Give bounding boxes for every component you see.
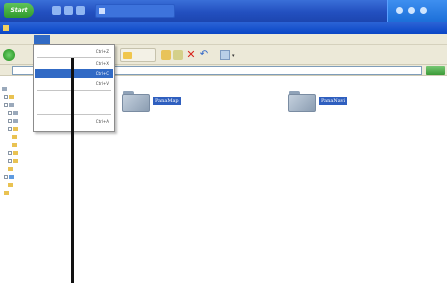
expand-icon[interactable] bbox=[8, 111, 12, 115]
window-folder-icon bbox=[3, 25, 9, 31]
tree-item[interactable] bbox=[2, 86, 8, 93]
menu-item-undo[interactable]: Ctrl+Z bbox=[35, 47, 113, 56]
menu-item-cut[interactable]: Ctrl+X bbox=[35, 59, 113, 68]
media-quicklaunch-icon[interactable] bbox=[76, 6, 85, 15]
tree-item[interactable] bbox=[4, 190, 10, 197]
menu-favorites[interactable] bbox=[90, 35, 110, 44]
tree-item[interactable] bbox=[8, 126, 19, 133]
callout-line bbox=[71, 58, 74, 283]
folder-icon bbox=[12, 135, 17, 139]
window-titlebar[interactable] bbox=[0, 22, 447, 34]
expand-icon[interactable] bbox=[4, 95, 8, 99]
tree-item[interactable] bbox=[4, 174, 15, 181]
start-button[interactable]: Start bbox=[4, 3, 34, 18]
expand-icon[interactable] bbox=[8, 159, 12, 163]
computer-icon bbox=[9, 103, 14, 107]
tree-item[interactable] bbox=[8, 110, 19, 117]
copy-to-icon[interactable] bbox=[173, 50, 183, 60]
tree-item[interactable] bbox=[8, 182, 14, 189]
volume-icon[interactable] bbox=[408, 7, 415, 14]
ie-quicklaunch-icon[interactable] bbox=[52, 6, 61, 15]
folder-icon bbox=[8, 167, 13, 171]
expand-icon[interactable] bbox=[4, 103, 8, 107]
tree-item[interactable] bbox=[4, 102, 15, 109]
go-button[interactable] bbox=[426, 66, 445, 75]
menu-separator bbox=[37, 114, 111, 115]
folder-icon bbox=[288, 90, 316, 112]
expand-icon[interactable] bbox=[8, 127, 12, 131]
menu-file[interactable] bbox=[3, 35, 19, 44]
back-icon[interactable] bbox=[3, 49, 15, 61]
folder-icon bbox=[13, 159, 18, 163]
delete-icon[interactable]: ✕ bbox=[186, 49, 196, 60]
menu-separator bbox=[37, 90, 111, 91]
desktop-icon bbox=[2, 87, 7, 91]
folder-item-pananavi[interactable]: PanaNavi bbox=[288, 90, 383, 112]
menu-item-select-all[interactable]: Ctrl+A bbox=[35, 117, 113, 126]
tree-item[interactable] bbox=[8, 166, 14, 173]
folder-icon bbox=[9, 95, 14, 99]
menu-edit[interactable] bbox=[34, 35, 50, 44]
folders-button[interactable] bbox=[120, 48, 156, 62]
ime-icon[interactable] bbox=[420, 7, 427, 14]
expand-icon[interactable] bbox=[4, 175, 8, 179]
folder-icon bbox=[122, 90, 150, 112]
menu-item-paste[interactable]: Ctrl+V bbox=[35, 79, 113, 88]
menu-help[interactable] bbox=[150, 35, 166, 44]
tree-item[interactable] bbox=[4, 94, 15, 101]
menu-item-copy-to-folder[interactable] bbox=[35, 93, 113, 102]
taskbar: Start bbox=[0, 0, 447, 22]
menu-tools[interactable] bbox=[122, 35, 138, 44]
network-icon[interactable] bbox=[396, 7, 403, 14]
menu-view[interactable] bbox=[62, 35, 78, 44]
menu-item-move-to-folder[interactable] bbox=[35, 103, 113, 112]
tree-item[interactable] bbox=[8, 150, 19, 157]
folder-icon bbox=[8, 183, 13, 187]
views-icon[interactable] bbox=[220, 50, 230, 60]
menu-separator bbox=[37, 57, 111, 58]
folder-icon bbox=[99, 8, 105, 14]
tree-item[interactable] bbox=[12, 142, 18, 149]
recycle-bin-icon bbox=[4, 191, 9, 195]
taskbar-explorer-button[interactable] bbox=[95, 4, 175, 18]
file-view: PanaMap PanaNavi bbox=[74, 76, 447, 283]
folder-item-panamap[interactable]: PanaMap bbox=[122, 90, 212, 112]
network-places-icon bbox=[9, 175, 14, 179]
move-to-icon[interactable] bbox=[161, 50, 171, 60]
folder-label: PanaMap bbox=[153, 97, 181, 105]
desktop-quicklaunch-icon[interactable] bbox=[64, 6, 73, 15]
menu-item-copy[interactable]: Ctrl+C bbox=[35, 69, 113, 78]
folder-icon bbox=[123, 52, 132, 59]
drive-icon bbox=[13, 111, 18, 115]
folder-label: PanaNavi bbox=[319, 97, 348, 105]
tree-item[interactable] bbox=[8, 118, 19, 125]
folder-icon bbox=[13, 127, 18, 131]
system-tray bbox=[387, 0, 447, 22]
folder-icon bbox=[12, 143, 17, 147]
expand-icon[interactable] bbox=[8, 119, 12, 123]
expand-icon[interactable] bbox=[8, 151, 12, 155]
edit-menu-dropdown: Ctrl+Z Ctrl+X Ctrl+C Ctrl+V Ctrl+A bbox=[33, 44, 115, 132]
tree-item[interactable] bbox=[12, 134, 18, 141]
views-dropdown-icon[interactable]: ▾ bbox=[232, 53, 235, 59]
tree-item[interactable] bbox=[8, 158, 19, 165]
drive-icon bbox=[13, 119, 18, 123]
undo-icon[interactable]: ↶ bbox=[199, 50, 209, 60]
folder-icon bbox=[13, 151, 18, 155]
